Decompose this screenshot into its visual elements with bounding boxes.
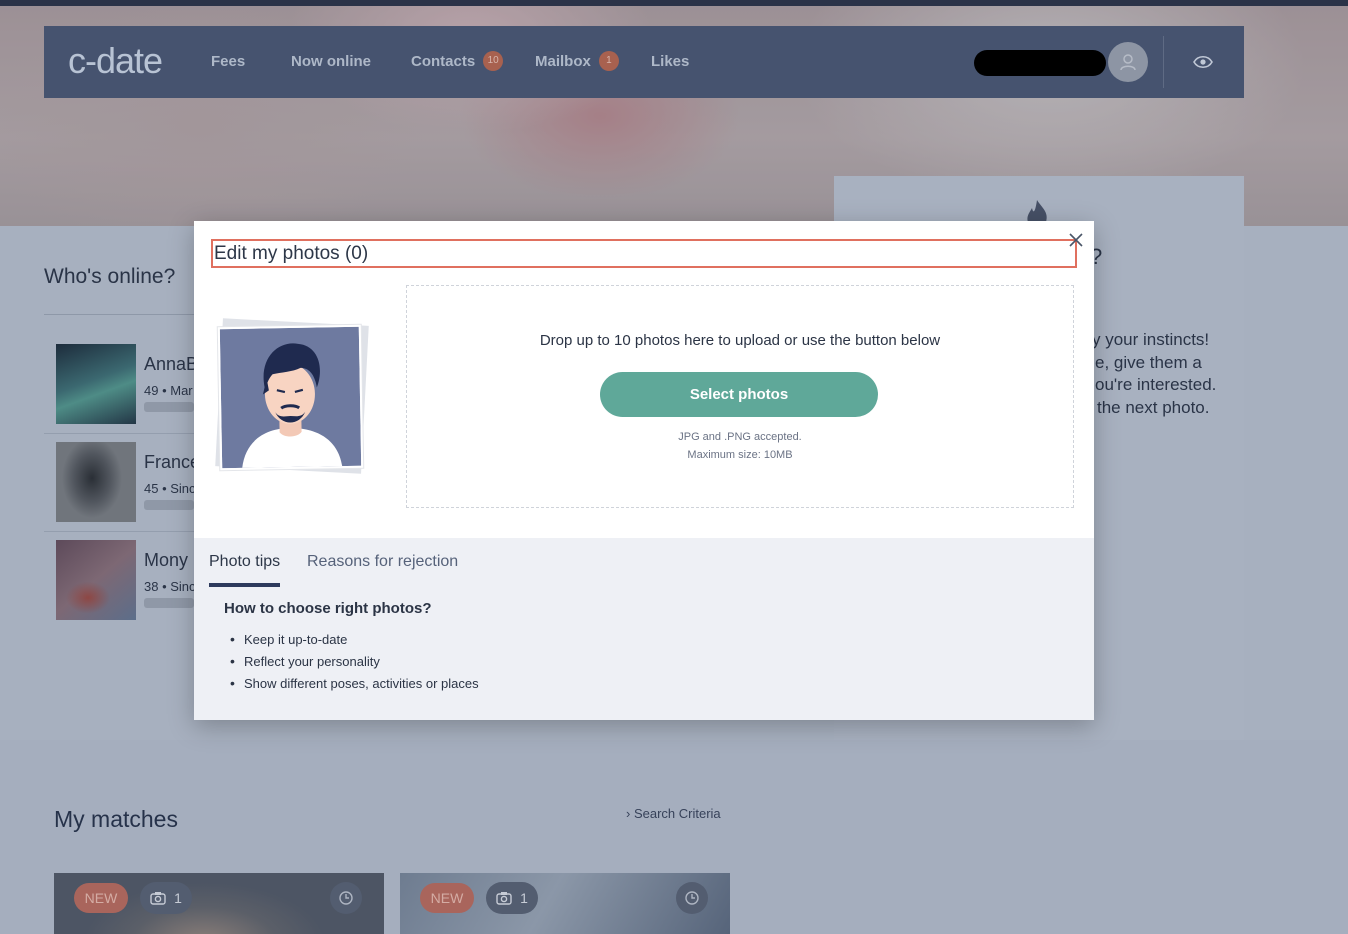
- close-icon[interactable]: [1067, 231, 1085, 249]
- username-redacted[interactable]: [974, 50, 1106, 76]
- user-photo[interactable]: [56, 344, 136, 424]
- user-meta: 38 • Sinc: [144, 579, 196, 594]
- nav-mailbox[interactable]: Mailbox 1: [535, 51, 619, 71]
- contacts-count-badge: 10: [483, 51, 504, 71]
- mailbox-count-badge: 1: [598, 51, 619, 71]
- select-photos-button[interactable]: Select photos: [600, 372, 878, 417]
- nav-likes[interactable]: Likes: [651, 53, 689, 70]
- chevron-right-icon: ›: [626, 806, 631, 821]
- right-panel-line: ou're interested.: [1095, 375, 1217, 394]
- dropzone-instructions: Drop up to 10 photos here to upload or u…: [539, 332, 941, 349]
- right-panel-line: e, give them a: [1095, 353, 1202, 372]
- user-name: Mony: [144, 550, 189, 570]
- clock-icon[interactable]: [330, 882, 362, 914]
- nav-fees[interactable]: Fees: [211, 53, 245, 70]
- match-card[interactable]: NEW 1: [400, 873, 730, 934]
- list-item[interactable]: AnnaB 49 • Mar: [44, 338, 198, 434]
- my-matches-title: My matches: [54, 806, 178, 832]
- clock-icon[interactable]: [676, 882, 708, 914]
- photo-count-pill: 1: [140, 882, 192, 914]
- tab-photo-tips[interactable]: Photo tips: [209, 553, 281, 587]
- blurred-location: [144, 598, 194, 608]
- accepted-formats: JPG and .PNG accepted.: [678, 431, 802, 443]
- user-meta: 45 • Sinc: [144, 481, 196, 496]
- tab-reasons-for-rejection[interactable]: Reasons for rejection: [307, 553, 458, 583]
- divider: [44, 314, 194, 315]
- blurred-location: [144, 500, 194, 510]
- avatar[interactable]: [1108, 42, 1148, 82]
- nav-fees-label: Fees: [211, 53, 246, 70]
- list-item: Keep it up-to-date: [230, 628, 479, 651]
- photo-tips-panel: Photo tips Reasons for rejection How to …: [194, 538, 1094, 720]
- user-name: AnnaB: [144, 354, 199, 374]
- list-item[interactable]: France 45 • Sinc: [44, 436, 200, 532]
- search-criteria-label: Search Criteria: [633, 806, 721, 821]
- user-photo[interactable]: [56, 540, 136, 620]
- user-photo[interactable]: [56, 442, 136, 522]
- nav-mailbox-label: Mailbox: [535, 52, 591, 70]
- eye-icon[interactable]: [1192, 52, 1214, 72]
- blurred-location: [144, 402, 194, 412]
- nav-contacts[interactable]: Contacts 10: [411, 51, 504, 71]
- camera-icon: [496, 892, 512, 905]
- file-requirements: JPG and .PNG accepted. Maximum size: 10M…: [407, 428, 1073, 464]
- user-icon: [1120, 54, 1136, 71]
- logo[interactable]: c-date: [68, 40, 163, 82]
- avatar-illustration-icon: [219, 326, 362, 469]
- photo-count-pill: 1: [486, 882, 538, 914]
- nav-now-online-label: Now online: [291, 53, 371, 70]
- modal-title: Edit my photos (0): [211, 239, 1077, 268]
- match-card[interactable]: NEW 1: [54, 873, 384, 934]
- search-criteria-link[interactable]: › Search Criteria: [626, 806, 721, 821]
- nav-now-online[interactable]: Now online: [291, 53, 371, 70]
- right-panel-line: y your instincts!: [1092, 330, 1210, 349]
- right-panel-line: the next photo.: [1097, 398, 1210, 417]
- list-item[interactable]: Mony 38 • Sinc: [44, 534, 196, 630]
- avatar-placeholder: [217, 324, 364, 471]
- tips-heading: How to choose right photos?: [224, 600, 432, 617]
- tips-list: Keep it up-to-date Reflect your personal…: [230, 628, 479, 695]
- top-navbar: c-date Fees Now online Contacts 10 Mailb…: [44, 26, 1244, 98]
- photo-dropzone[interactable]: Drop up to 10 photos here to upload or u…: [406, 285, 1074, 508]
- new-badge: NEW: [74, 883, 128, 913]
- nav-likes-label: Likes: [651, 53, 690, 70]
- user-meta: 49 • Mar: [144, 383, 193, 398]
- whos-online-title: Who's online?: [44, 265, 176, 288]
- photo-count: 1: [174, 890, 182, 906]
- camera-icon: [150, 892, 166, 905]
- nav-contacts-label: Contacts: [411, 52, 476, 70]
- list-item: Reflect your personality: [230, 650, 479, 673]
- edit-photos-modal: Edit my photos (0) Drop up to 10 photos …: [194, 221, 1094, 720]
- nav-divider: [1163, 36, 1164, 88]
- user-name: France: [144, 452, 201, 472]
- list-item: Show different poses, activities or plac…: [230, 672, 479, 695]
- new-badge: NEW: [420, 883, 474, 913]
- max-size: Maximum size: 10MB: [687, 449, 793, 461]
- photo-count: 1: [520, 890, 528, 906]
